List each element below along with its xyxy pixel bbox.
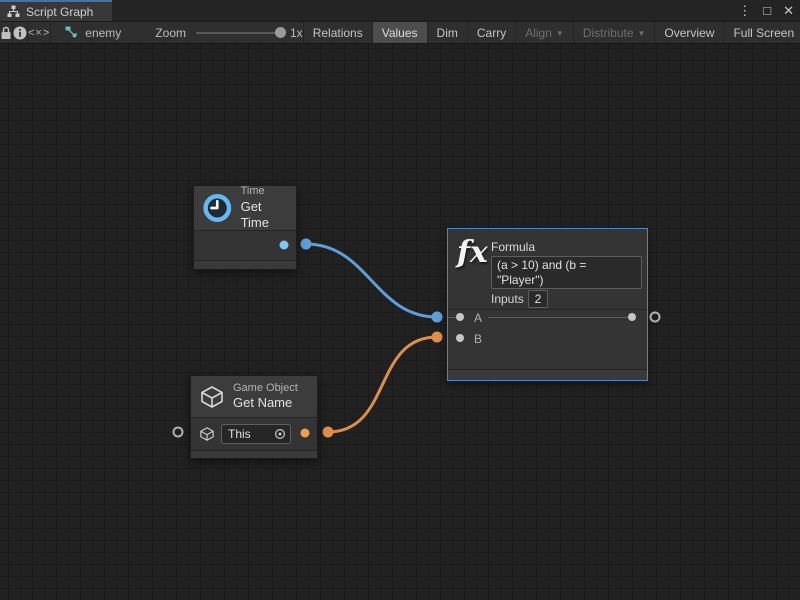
node-title: Get Name	[233, 395, 298, 411]
graph-reference[interactable]: enemy	[65, 22, 121, 43]
chevron-down-icon: ▼	[556, 29, 564, 38]
node-footer	[194, 260, 296, 269]
clock-icon	[202, 191, 233, 225]
zoom-label: Zoom	[155, 26, 186, 40]
port-a-label: A	[474, 311, 482, 325]
zoom-slider[interactable]	[196, 32, 284, 34]
output-port-value[interactable]	[280, 241, 289, 250]
connection-wires	[0, 44, 800, 600]
wire-end-dot	[432, 332, 443, 343]
relations-button[interactable]: Relations	[304, 22, 373, 43]
target-object-value: This	[228, 427, 251, 441]
game-object-cube-icon	[199, 384, 225, 410]
node-get-name[interactable]: Game Object Get Name This	[190, 375, 318, 459]
distribute-dropdown[interactable]: Distribute ▼	[574, 22, 656, 43]
node-category: Time	[241, 185, 288, 199]
cube-icon-small	[199, 426, 215, 442]
unconnected-input-ring[interactable]	[173, 427, 184, 438]
unconnected-output-ring[interactable]	[650, 312, 661, 323]
align-dropdown[interactable]: Align ▼	[516, 22, 574, 43]
input-port-b[interactable]	[456, 334, 464, 342]
tab-script-graph[interactable]: Script Graph	[0, 0, 112, 21]
zoom-slider-handle[interactable]	[275, 27, 286, 38]
info-button[interactable]	[13, 22, 28, 43]
dim-button[interactable]: Dim	[428, 22, 468, 43]
lock-button[interactable]	[0, 22, 13, 43]
chevron-down-icon: ▼	[638, 29, 646, 38]
graph-canvas[interactable]: Time Get Time fx Formula (a > 10) and (b…	[0, 44, 800, 600]
script-graph-asset-icon	[65, 26, 79, 39]
node-title: Formula	[491, 240, 535, 254]
output-port-result[interactable]	[628, 313, 636, 321]
formula-expression-input[interactable]: (a > 10) and (b = "Player")	[491, 256, 642, 289]
inputs-label: Inputs	[491, 292, 524, 306]
wire-end-dot	[432, 312, 443, 323]
carry-button[interactable]: Carry	[468, 22, 516, 43]
formula-fx-icon: fx	[457, 235, 488, 270]
output-port-name[interactable]	[301, 429, 310, 438]
full-screen-button[interactable]: Full Screen	[724, 22, 800, 43]
node-footer	[448, 369, 647, 380]
graph-toolbar: <×> enemy Zoom 1x Relations Values Dim C…	[0, 22, 800, 44]
object-picker-icon[interactable]	[274, 428, 286, 440]
graph-name: enemy	[85, 26, 121, 40]
title-bar: Script Graph ⋮ □ ✕	[0, 0, 800, 22]
lock-icon	[0, 26, 12, 40]
info-icon	[13, 26, 27, 40]
close-button[interactable]: ✕	[783, 4, 794, 17]
input-port-a[interactable]	[456, 313, 464, 321]
node-title: Get Time	[241, 199, 288, 232]
values-button[interactable]: Values	[373, 22, 428, 43]
wire-start-dot	[301, 239, 312, 250]
wire-get-name-to-formula-b[interactable]	[328, 337, 437, 432]
maximize-button[interactable]: □	[763, 4, 771, 17]
node-footer	[191, 450, 317, 458]
wire-get-time-to-formula-a[interactable]	[306, 244, 437, 317]
node-formula[interactable]: fx Formula (a > 10) and (b = "Player") I…	[447, 228, 648, 381]
port-b-label: B	[474, 332, 482, 346]
tab-label: Script Graph	[26, 5, 93, 19]
window-menu-button[interactable]: ⋮	[738, 4, 751, 17]
target-object-field[interactable]: This	[221, 424, 291, 444]
zoom-value: 1x	[290, 26, 303, 40]
inputs-count-field[interactable]: 2	[528, 290, 548, 308]
node-category: Game Object	[233, 382, 298, 396]
node-get-time[interactable]: Time Get Time	[193, 185, 297, 270]
overview-button[interactable]: Overview	[655, 22, 724, 43]
relation-line	[488, 317, 632, 318]
embed-code-button[interactable]: <×>	[28, 22, 51, 43]
graph-hierarchy-icon	[7, 5, 20, 18]
wire-start-dot	[323, 427, 334, 438]
zoom-control: Zoom 1x	[155, 22, 302, 43]
